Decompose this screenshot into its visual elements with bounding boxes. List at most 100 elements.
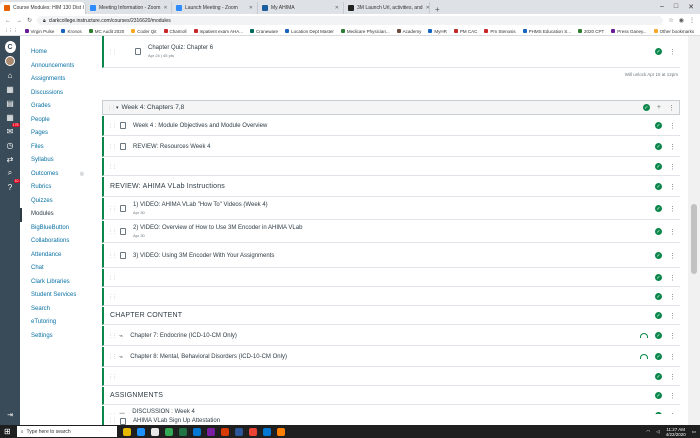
drag-handle-icon[interactable]: ⋮⋮ [108,229,117,235]
browser-tab[interactable]: My AHIMA ✕ [258,2,344,14]
bookmark-item[interactable]: Press Ganey... [611,29,647,34]
bookmark-item[interactable]: MC Audit 2020 [88,29,124,34]
item-menu-icon[interactable]: ⋮ [669,252,676,260]
module-item[interactable]: ⋮⋮ 3) VIDEO: Using 3M Encoder With Your … [102,244,680,268]
module-item-empty[interactable]: ⋮⋮ ✓ ⋮ [102,288,680,306]
published-icon[interactable]: ✓ [655,332,662,339]
item-title[interactable]: Chapter 7: Endocrine (ICD-10-CM Only) [130,333,237,339]
item-title[interactable]: Chapter 8: Mental, Behavioral Disorders … [130,354,287,360]
college-logo[interactable]: C [4,41,16,53]
published-icon[interactable]: ✓ [655,274,662,281]
admin-icon[interactable]: ⌂ [5,70,16,80]
course-nav-attendance[interactable]: Attendance [20,249,100,263]
search-icon[interactable]: ⌕ [5,168,16,178]
course-nav-etutoring[interactable]: eTutoring [20,316,100,330]
forward-icon[interactable]: → [16,18,22,24]
taskbar-app-icon[interactable] [192,427,201,436]
bookmark-item[interactable]: Other bookmarks [653,29,694,34]
notifications-icon[interactable]: ▭ [692,429,696,435]
bookmark-item[interactable]: Pm Stenosis [484,29,516,34]
item-menu-icon[interactable]: ⋮ [669,274,676,282]
item-title[interactable]: 1) VIDEO: AHIMA VLab "How To" Videos (We… [133,202,268,208]
module-item[interactable]: ⋮⋮ 2) VIDEO: Overview of How to Use 3M E… [102,221,680,243]
module-item-empty[interactable]: ⋮⋮ ✓ ⋮ [102,269,680,287]
item-menu-icon[interactable]: ⋮ [669,392,676,400]
taskbar-app-icon[interactable] [234,427,243,436]
taskbar-app-icon[interactable] [164,427,173,436]
module-item[interactable]: ⋮⋮ ⌁ Chapter 7: Endocrine (ICD-10-CM Onl… [102,326,680,346]
module-header-week4[interactable]: ⋮⋮ ▾ Week 4: Chapters 7,8 ✓ + ⋮ [102,100,680,115]
browser-tab[interactable]: Course Modules: HIM 130 Dist I✕ [0,2,86,14]
history-icon[interactable]: ◷ [5,140,16,150]
course-nav-grades[interactable]: Grades [20,100,100,114]
course-nav-syllabus[interactable]: Syllabus [20,154,100,168]
bookmark-item[interactable]: Chartroll [163,29,187,34]
new-tab-button[interactable]: + [430,5,445,14]
taskbar-app-icon[interactable] [248,427,257,436]
published-icon[interactable]: ✓ [655,183,662,190]
bookmark-item[interactable]: Virgin Pulse [24,29,54,34]
commons-icon[interactable]: ⇄ [5,154,16,164]
add-item-icon[interactable]: + [657,104,661,111]
item-title[interactable]: 2) VIDEO: Overview of How to Use 3M Enco… [133,225,302,231]
item-title[interactable]: Chapter Quiz: Chapter 6 [148,45,213,51]
bookmark-item[interactable]: Inpatient exam AHA... [193,29,243,34]
module-subheader[interactable]: ASSIGNMENTS ✓ ⋮ [102,387,680,405]
item-title[interactable]: AHIMA VLab Sign Up Attestation [133,418,220,424]
published-icon[interactable]: ✓ [655,252,662,259]
collapse-caret-icon[interactable]: ▾ [116,105,119,111]
close-window-icon[interactable]: ✕ [688,3,694,11]
published-icon[interactable]: ✓ [655,205,662,212]
course-nav-chat[interactable]: Chat [20,262,100,276]
dashboard-icon[interactable]: ▦ [5,84,16,94]
drag-handle-icon[interactable]: ⋮⋮ [108,275,117,281]
calendar-icon[interactable]: ▦ [5,112,16,122]
published-icon[interactable]: ✓ [655,392,662,399]
drag-handle-icon[interactable]: ⋮⋮ [108,164,117,170]
item-title[interactable]: REVIEW: Resources Week 4 [133,144,210,150]
network-icon[interactable]: ◠ [646,429,650,435]
bookmark-item[interactable]: Craneware [250,29,278,34]
inbox-icon[interactable]: ✉ 175 [5,123,20,136]
module-item[interactable]: ⋮⋮ Week 4 : Module Objectives and Module… [102,116,680,136]
collapse-nav-icon[interactable]: ⇥ [7,411,13,419]
item-menu-icon[interactable]: ⋮ [669,48,676,56]
reload-icon[interactable]: ↻ [27,17,32,24]
windows-start-icon[interactable]: ⊞ [4,427,11,436]
course-nav-home[interactable]: Home [20,46,100,60]
browser-tab[interactable]: Launch Meeting - Zoom ✕ [172,2,258,14]
course-nav-settings[interactable]: Settings [20,330,100,344]
item-menu-icon[interactable]: ⋮ [669,163,676,171]
item-menu-icon[interactable]: ⋮ [669,143,676,151]
course-nav-assignments[interactable]: Assignments [20,73,100,87]
volume-icon[interactable]: ◁ [656,429,659,435]
module-item[interactable]: ⋮⋮ ⌁ Chapter 8: Mental, Behavioral Disor… [102,347,680,367]
taskbar-search[interactable]: ⌕ Type here to search [16,426,117,437]
account-icon[interactable]: ◉ [679,17,684,24]
minimize-icon[interactable]: – [660,3,664,11]
bookmark-item[interactable]: Kronos [61,29,82,34]
module-item-empty[interactable]: ⋮⋮ ✓ ⋮ [102,368,680,386]
url-field[interactable]: 🔒︎ clarkcollege.instructure.com/courses/2… [37,16,664,25]
course-nav-quizzes[interactable]: Quizzes [20,195,100,209]
drag-handle-icon[interactable]: ⋮⋮ [108,253,117,259]
taskbar-app-icon[interactable] [178,427,187,436]
help-icon[interactable]: ? 10 [5,179,20,192]
drag-handle-icon[interactable]: ⋮⋮ [108,206,117,212]
drag-handle-icon[interactable]: ⋮⋮ [108,418,117,424]
taskbar-app-icon[interactable] [122,427,131,436]
bookmark-item[interactable]: Coder Qit [131,29,157,34]
item-menu-icon[interactable]: ⋮ [669,332,676,340]
close-tab-icon[interactable]: ✕ [163,5,167,11]
published-icon[interactable]: ✓ [655,373,662,380]
close-tab-icon[interactable]: ✕ [335,5,339,11]
course-nav-clark-libraries[interactable]: Clark Libraries [20,276,100,290]
module-item-empty[interactable]: ⋮⋮ ✓ ⋮ [102,158,680,176]
course-nav-pages[interactable]: Pages [20,127,100,141]
browser-tab[interactable]: 3M Launch Url, activities, and ✕ [344,2,430,14]
clock[interactable]: 11:27 AM 4/22/2020 [666,427,686,437]
star-icon[interactable]: ☆ [668,17,673,24]
item-menu-icon[interactable]: ⋮ [669,293,676,301]
published-icon[interactable]: ✓ [655,122,662,129]
item-menu-icon[interactable]: ⋮ [669,373,676,381]
